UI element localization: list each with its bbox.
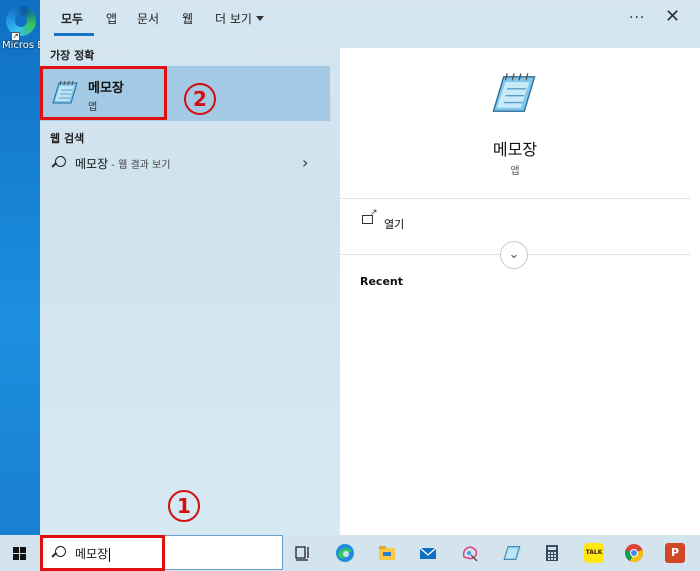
- web-search-heading: 웹 검색: [50, 132, 85, 145]
- active-tab-indicator: [54, 33, 94, 36]
- desktop-shortcut-edge[interactable]: ↗ Micros Edge: [2, 4, 40, 52]
- task-view-icon[interactable]: [293, 543, 313, 563]
- taskbar: 메모장 TALK P: [0, 535, 700, 571]
- more-options-button[interactable]: ···: [629, 10, 645, 26]
- web-search-suffix: - 웹 결과 보기: [108, 160, 171, 171]
- kakaotalk-icon[interactable]: TALK: [584, 543, 604, 563]
- edge-icon[interactable]: [335, 543, 355, 563]
- detail-title: 메모장: [492, 140, 538, 159]
- search-panel: 모두 앱 문서 웹 더 보기 ··· ✕ 가장 정확 메모장 앱 2 웹 검색 …: [40, 0, 700, 535]
- notepad-icon[interactable]: [502, 543, 522, 563]
- open-action[interactable]: 열기: [384, 216, 404, 232]
- annotation-step-2: 2: [184, 83, 216, 115]
- annotation-box-2: [40, 66, 167, 120]
- web-search-query: 메모장: [75, 157, 109, 171]
- chrome-icon[interactable]: [624, 543, 644, 563]
- expand-button[interactable]: ⌄: [500, 241, 528, 269]
- chevron-down-icon: ⌄: [508, 247, 520, 262]
- close-button[interactable]: ✕: [665, 6, 680, 27]
- tab-apps[interactable]: 앱: [106, 10, 117, 27]
- web-search-text: 메모장 - 웹 결과 보기: [75, 155, 170, 172]
- tab-more[interactable]: 더 보기: [215, 10, 264, 27]
- recent-heading: Recent: [360, 275, 404, 288]
- powerpoint-icon[interactable]: P: [665, 543, 685, 563]
- search-icon: [52, 156, 66, 170]
- search-tabs: 모두 앱 문서 웹 더 보기 ··· ✕: [40, 0, 700, 38]
- detail-subtitle: 앱: [510, 166, 520, 177]
- open-icon: [362, 208, 378, 224]
- mail-icon[interactable]: [418, 543, 438, 563]
- start-button[interactable]: [13, 547, 27, 561]
- desktop-icon-label: Micros Edge: [2, 40, 40, 51]
- powerpoint-label: P: [670, 546, 680, 559]
- annotation-step-1-label: 1: [177, 494, 191, 518]
- tab-more-label: 더 보기: [215, 12, 252, 26]
- tab-documents[interactable]: 문서: [137, 10, 159, 27]
- detail-pane: 메모장 앱 열기 ⌄ Recent: [340, 48, 700, 535]
- kakaotalk-label: TALK: [585, 549, 603, 556]
- annotation-step-2-label: 2: [193, 87, 207, 111]
- calculator-icon[interactable]: [542, 543, 562, 563]
- notepad-large-icon: [492, 73, 536, 112]
- annotation-box-1: [40, 535, 165, 571]
- tab-all[interactable]: 모두: [61, 10, 83, 27]
- shortcut-arrow-icon: ↗: [11, 32, 20, 41]
- dropdown-arrow-icon: [255, 16, 264, 21]
- divider: [340, 198, 690, 199]
- tab-web[interactable]: 웹: [182, 10, 193, 27]
- best-match-heading: 가장 정확: [50, 49, 95, 62]
- chevron-right-icon: ›: [302, 153, 309, 172]
- paint3d-icon[interactable]: [460, 543, 480, 563]
- web-search-result[interactable]: 메모장 - 웹 결과 보기 ›: [40, 150, 330, 176]
- file-explorer-icon[interactable]: [377, 543, 397, 563]
- annotation-step-1: 1: [168, 490, 200, 522]
